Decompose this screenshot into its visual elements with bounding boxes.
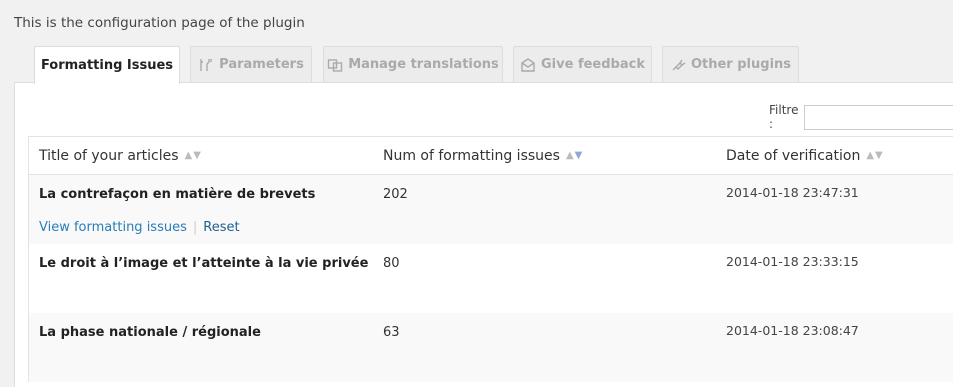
tools-icon (198, 57, 214, 73)
table-row: La phase nationale / régionale 63 2014-0… (29, 313, 953, 382)
table-header: Title of your articles ▲▼ Num of formatt… (29, 137, 953, 175)
issues-count: 202 (383, 187, 408, 202)
feedback-icon (520, 57, 536, 73)
issues-count: 63 (383, 325, 400, 340)
verification-date: 2014-01-18 23:47:31 (726, 185, 859, 200)
column-label: Title of your articles (39, 147, 179, 164)
tab-label: Other plugins (690, 57, 792, 72)
tab-other-plugins[interactable]: Other plugins (662, 46, 799, 82)
column-date[interactable]: Date of verification ▲▼ (726, 148, 884, 164)
reset-link[interactable]: Reset (203, 220, 239, 235)
sort-icon: ▲▼ (184, 150, 202, 161)
filter-box: Filtre : (769, 103, 953, 131)
article-title: La phase nationale / régionale (39, 325, 261, 340)
verification-date: 2014-01-18 23:33:15 (726, 254, 859, 269)
column-label: Num of formatting issues (383, 147, 560, 164)
column-num-issues[interactable]: Num of formatting issues ▲▼ (383, 148, 583, 164)
tab-give-feedback[interactable]: Give feedback (513, 46, 652, 82)
tab-parameters[interactable]: Parameters (190, 46, 312, 82)
articles-table: Title of your articles ▲▼ Num of formatt… (28, 136, 953, 382)
issues-count: 80 (383, 256, 400, 271)
view-formatting-issues-link[interactable]: View formatting issues (39, 220, 187, 235)
action-separator: | (192, 220, 198, 235)
tab-label: Manage translations (348, 57, 499, 72)
filter-label: Filtre : (769, 103, 799, 131)
translations-icon (327, 57, 343, 73)
sort-desc-icon: ▲▼ (565, 150, 584, 161)
tab-formatting-issues[interactable]: Formatting Issues (34, 46, 180, 84)
plugin-config-page: This is the configuration page of the pl… (0, 0, 953, 387)
tab-manage-translations[interactable]: Manage translations (323, 46, 503, 82)
tab-label: Formatting Issues (40, 58, 174, 73)
column-label: Date of verification (726, 147, 861, 164)
table-row: La contrefaçon en matière de brevets 202… (29, 175, 953, 244)
filter-input[interactable] (804, 104, 953, 130)
verification-date: 2014-01-18 23:08:47 (726, 323, 859, 338)
tab-label: Give feedback (541, 57, 645, 72)
row-actions: View formatting issues | Reset (39, 220, 240, 235)
article-title: Le droit à l’image et l’atteinte à la vi… (39, 256, 369, 271)
sort-icon: ▲▼ (866, 150, 884, 161)
table-row: Le droit à l’image et l’atteinte à la vi… (29, 244, 953, 313)
column-title[interactable]: Title of your articles ▲▼ (39, 148, 202, 164)
tab-label: Parameters (219, 57, 304, 72)
article-title: La contrefaçon en matière de brevets (39, 187, 316, 202)
intro-text: This is the configuration page of the pl… (14, 15, 305, 31)
plugin-icon (670, 57, 686, 73)
